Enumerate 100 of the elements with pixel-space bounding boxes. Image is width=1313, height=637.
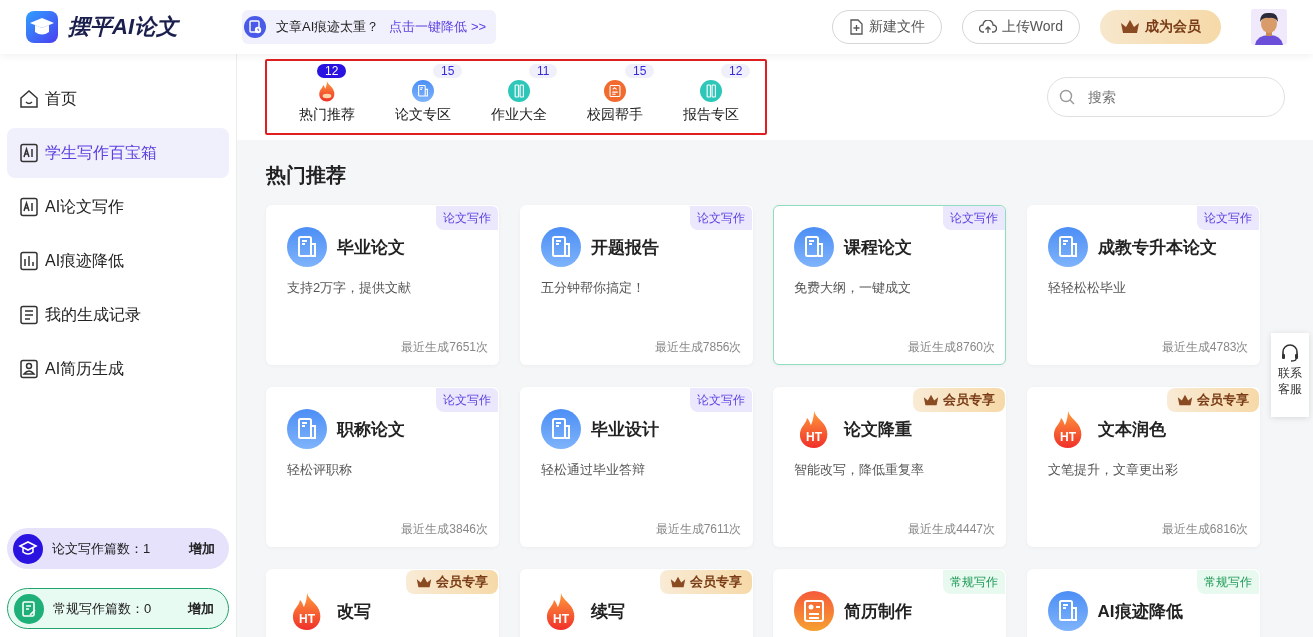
resume-person-icon [19,359,39,379]
upload-button[interactable]: 上传Word [961,10,1080,44]
usage-count: 最近生成7651次 [401,339,488,356]
new-file-button[interactable]: 新建文件 [831,10,942,44]
category-tag: 会员专享 [659,570,752,594]
tool-card[interactable]: 常规写作 简历制作 [773,569,1006,637]
category-tab[interactable]: 15 校园帮手 [567,66,663,125]
ruler-icon [508,80,530,102]
quota-text: 论文写作篇数：1 [52,539,151,558]
usage-count: 最近生成3846次 [401,521,488,538]
sidebar-item[interactable]: 学生写作百宝箱 [7,128,229,178]
tool-card[interactable]: 论文写作 职称论文 轻松评职称 最近生成3846次 [266,387,499,547]
card-title: 改写 [337,600,371,623]
category-tab[interactable]: 11 作业大全 [471,66,567,125]
document-icon [1047,227,1088,267]
vip-button[interactable]: 成为会员 [1100,10,1221,44]
usage-count: 最近生成7856次 [654,339,742,356]
card-title: 简历制作 [844,600,912,623]
edit-document-icon [14,593,44,624]
notice-text: 文章AI痕迹太重？ [276,18,380,36]
card-title: 续写 [590,600,625,623]
tool-card[interactable]: 论文写作 开题报告 五分钟帮你搞定！ 最近生成7856次 [519,205,753,365]
card-title: 论文降重 [844,418,912,441]
card-title: 开题报告 [590,236,659,259]
category-tag: 会员专享 [1166,388,1259,412]
usage-count: 最近生成4783次 [1161,339,1249,356]
sidebar-item[interactable]: 我的生成记录 [7,290,229,340]
home-icon [19,89,39,109]
sidebar-item[interactable]: AI简历生成 [7,344,229,394]
category-tag: 常规写作 [943,570,1005,594]
tool-card[interactable]: 会员专享 HT 改写 [266,569,499,637]
sidebar-item[interactable]: 首页 [7,74,229,124]
resume-icon [794,591,834,631]
card-description: 文笔提升，文章更出彩 [1047,461,1179,479]
new-file-icon [848,19,864,35]
document-icon [412,80,434,102]
tool-card[interactable]: 论文写作 课程论文 免费大纲，一键成文 最近生成8760次 [773,205,1006,365]
document-icon [540,409,581,449]
notebook-icon [604,80,626,102]
card-title: 课程论文 [844,236,912,259]
crown-icon [1120,19,1140,35]
tool-card[interactable]: 论文写作 毕业设计 轻松通过毕业答辩 最近生成7611次 [519,387,753,547]
tool-card[interactable]: 会员专享 HT 论文降重 智能改写，降低重复率 最近生成4447次 [773,387,1006,547]
card-title: 成教专升本论文 [1097,236,1217,259]
crown-icon [669,575,686,589]
record-icon [19,305,39,325]
category-tag: 论文写作 [943,206,1005,230]
category-tab[interactable]: 15 论文专区 [375,66,471,125]
count-badge: 15 [433,64,463,78]
document-icon [287,409,327,449]
count-badge: 11 [529,64,558,78]
search-icon [1059,89,1075,105]
category-tag: 论文写作 [436,388,498,412]
reduce-link[interactable]: 点击一键降低 >> [389,18,487,36]
category-tag: 论文写作 [689,388,752,412]
search-field[interactable]: 搜索 [1047,77,1285,117]
tool-card[interactable]: 常规写作 AI痕迹降低 [1026,569,1260,637]
category-tag: 会员专享 [406,570,498,594]
crown-icon [416,575,432,589]
document-icon [287,227,327,267]
crown-icon [923,393,939,407]
category-tab[interactable]: 12 热门推荐 [279,66,375,125]
tool-card[interactable]: 论文写作 毕业论文 支持2万字，提供文献 最近生成7651次 [266,205,499,365]
count-badge: 12 [721,64,751,78]
category-tag: 常规写作 [1196,570,1259,594]
card-title: 毕业论文 [337,236,405,259]
graduation-cap-icon [13,533,43,564]
category-tag: 论文写作 [689,206,752,230]
usage-count: 最近生成8760次 [908,339,995,356]
section-title: 热门推荐 [266,163,347,188]
card-description: 免费大纲，一键成文 [794,279,912,297]
support-button[interactable]: 联系客服 [1271,333,1309,417]
category-tag: 论文写作 [436,206,498,230]
card-description: 轻轻松松毕业 [1047,279,1127,297]
avatar[interactable] [1251,9,1287,45]
headset-icon [1280,343,1300,363]
card-title: 毕业设计 [590,418,659,441]
cloud-upload-icon [978,20,997,34]
card-description: 轻松评职称 [287,461,353,479]
card-title: 文本润色 [1097,418,1166,441]
category-tag: 会员专享 [913,388,1005,412]
tool-card[interactable]: 会员专享 HT 文本润色 文笔提升，文章更出彩 最近生成6816次 [1026,387,1260,547]
ai-document-icon [19,197,39,217]
add-link[interactable]: 增加 [189,539,215,558]
add-link[interactable]: 增加 [188,599,214,618]
card-title: AI痕迹降低 [1097,600,1183,623]
card-description: 五分钟帮你搞定！ [540,279,646,297]
category-tab[interactable]: 12 报告专区 [663,66,759,125]
usage-count: 最近生成4447次 [908,521,995,538]
ruler-icon [700,80,722,102]
category-tag: 论文写作 [1196,206,1259,230]
tool-card[interactable]: 论文写作 成教专升本论文 轻轻松松毕业 最近生成4783次 [1026,205,1260,365]
logo-icon [26,11,58,43]
count-badge: 12 [317,64,347,78]
tool-card[interactable]: 会员专享 HT 续写 [519,569,753,637]
document-icon [540,227,581,267]
sidebar-item[interactable]: AI痕迹降低 [7,236,229,286]
usage-count: 最近生成7611次 [655,521,742,538]
sidebar-item[interactable]: AI论文写作 [7,182,229,232]
chart-document-icon [19,251,39,271]
